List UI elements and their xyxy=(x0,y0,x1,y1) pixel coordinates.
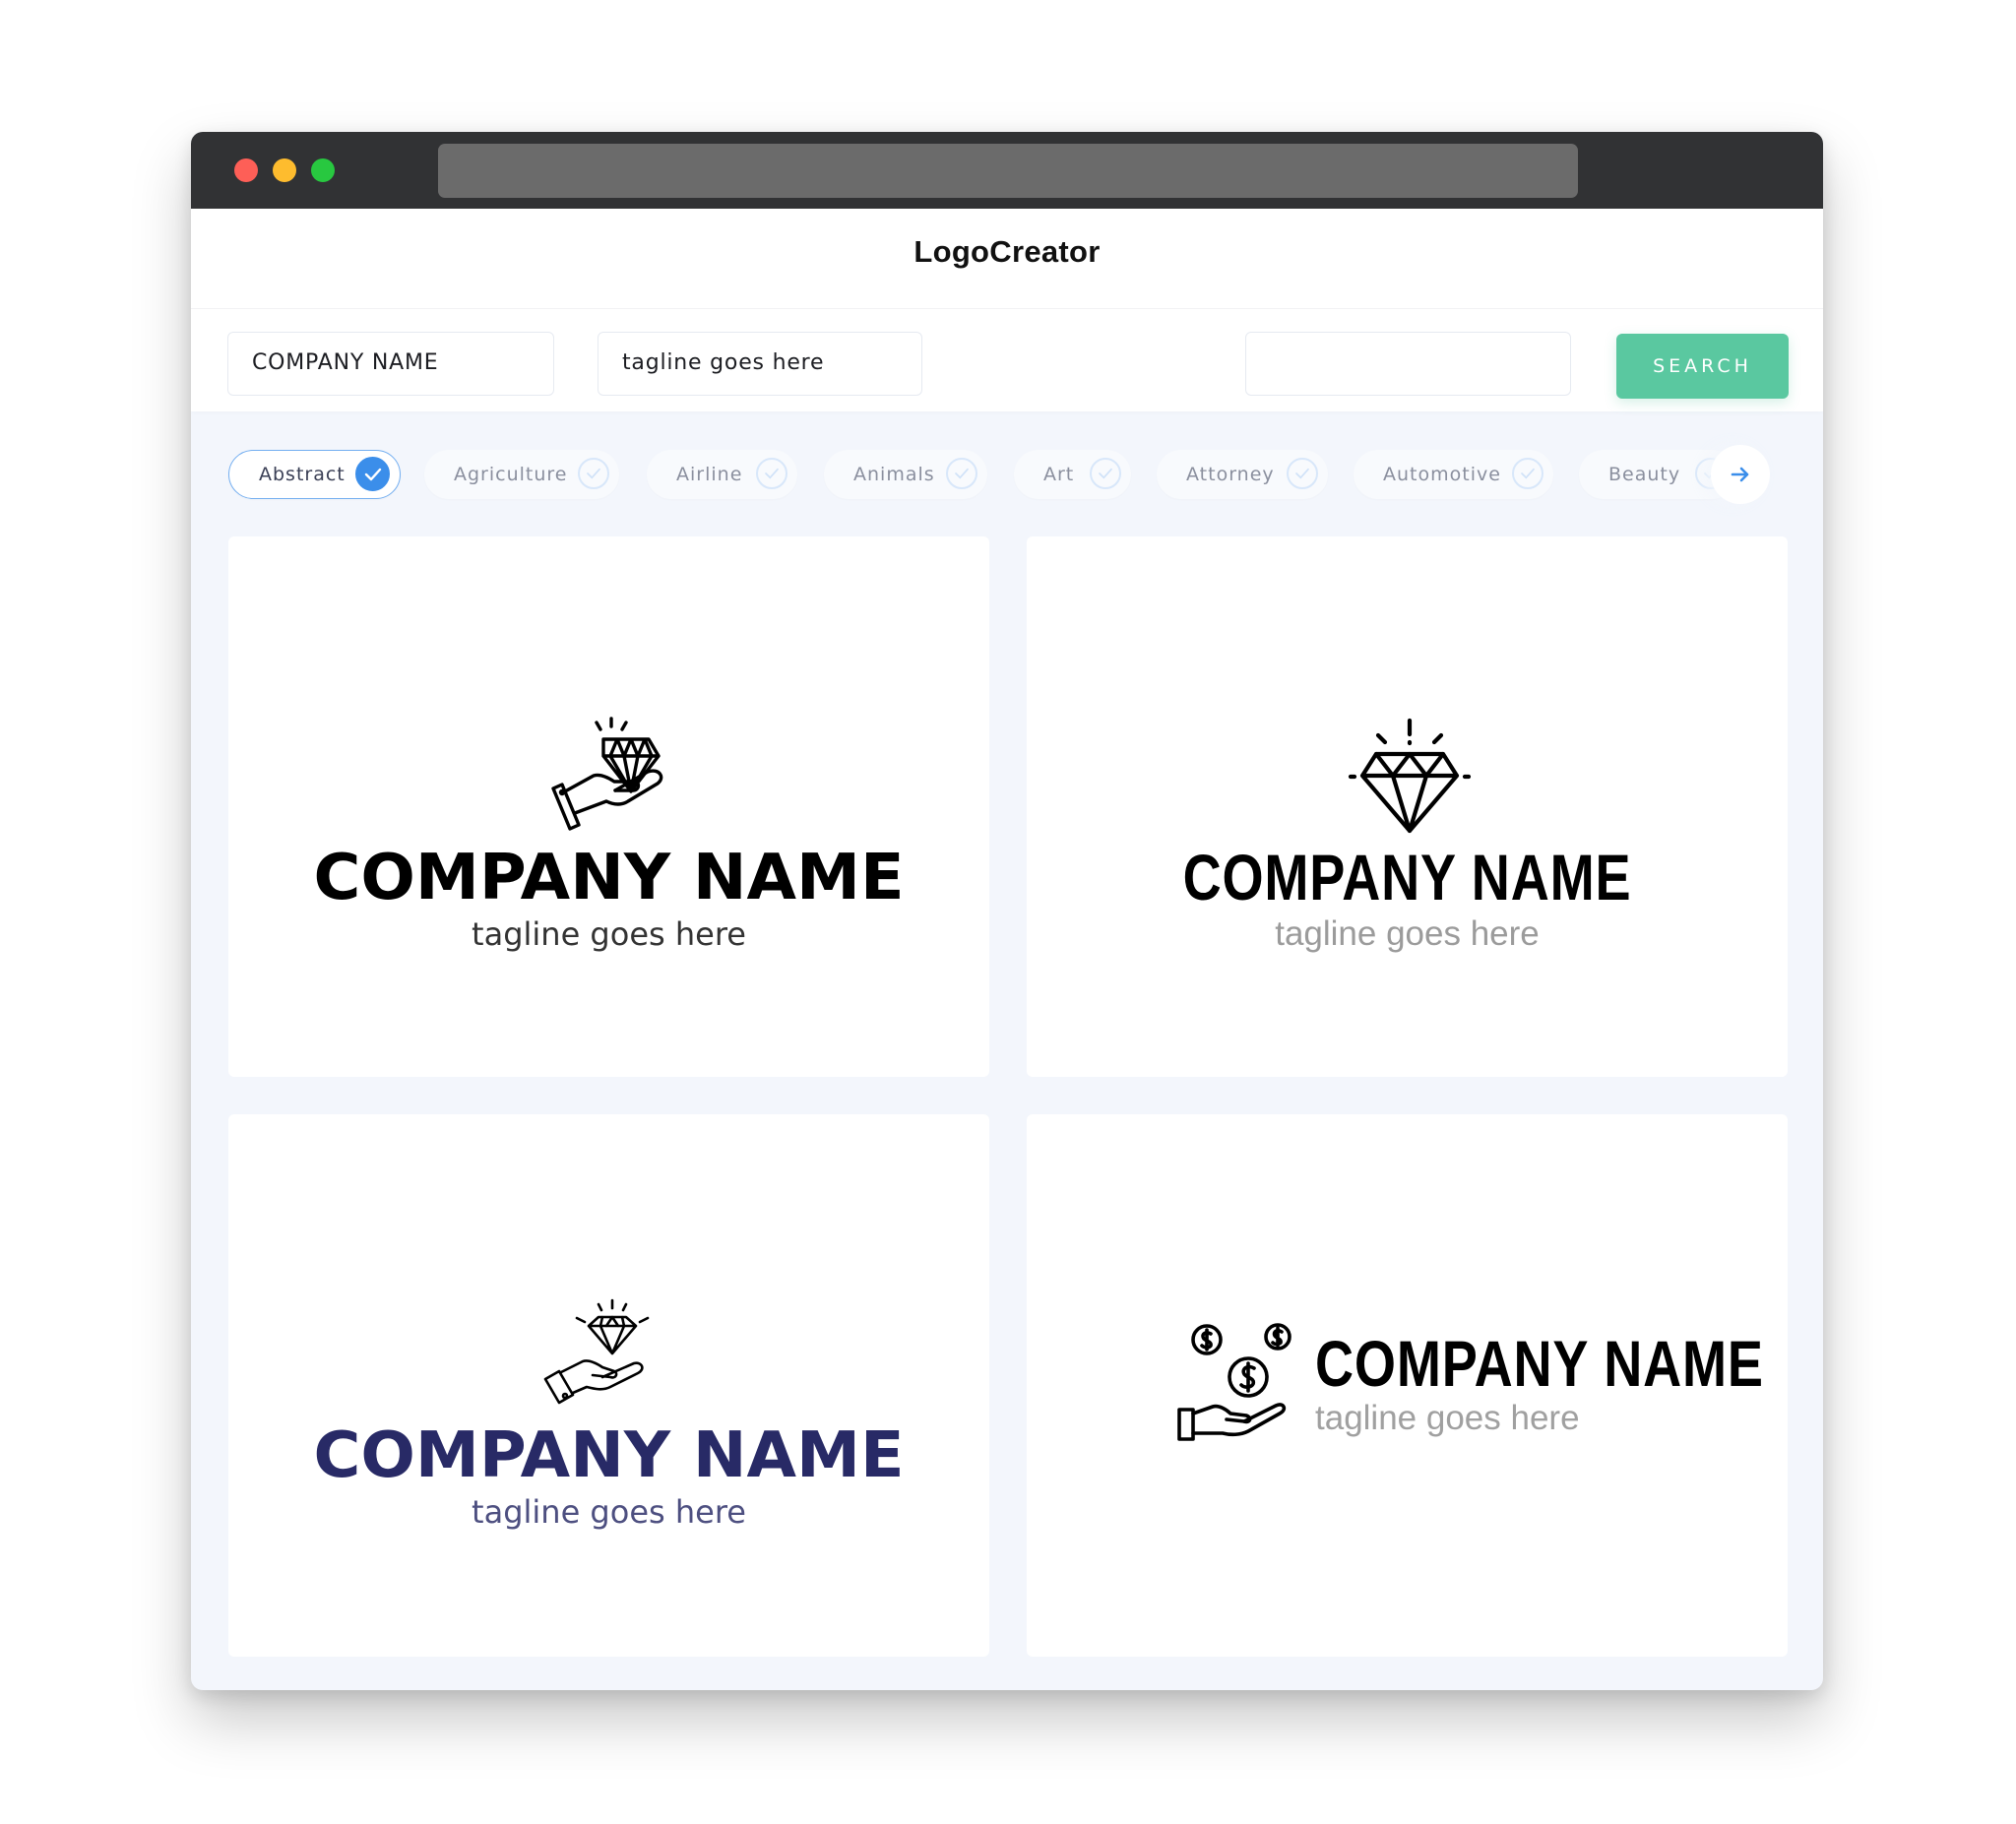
category-chip-attorney[interactable]: Attorney xyxy=(1157,450,1328,499)
chip-label: Abstract xyxy=(259,464,346,485)
category-chip-abstract[interactable]: Abstract xyxy=(228,450,401,499)
hand-diamond-icon xyxy=(551,717,663,831)
check-icon xyxy=(756,458,788,489)
chip-label: Art xyxy=(1043,464,1075,485)
chip-label: Beauty xyxy=(1608,464,1681,485)
category-filter-bar: Abstract Agriculture Airline Animals Art… xyxy=(191,410,1823,536)
category-chip-automotive[interactable]: Automotive xyxy=(1354,450,1553,499)
category-chip-animals[interactable]: Animals xyxy=(824,450,987,499)
maximize-window-button[interactable] xyxy=(311,158,335,182)
hand-coins-icon xyxy=(1177,1323,1292,1441)
check-icon xyxy=(355,457,390,491)
logo-company-name: COMPANY NAME xyxy=(313,842,905,914)
hand-diamond-icon xyxy=(543,1298,650,1405)
chip-label: Airline xyxy=(676,464,743,485)
logo-company-name: COMPANY NAME xyxy=(1315,1327,1764,1400)
logo-card[interactable]: COMPANY NAME tagline goes here xyxy=(228,1114,989,1657)
chip-label: Attorney xyxy=(1186,464,1275,485)
next-categories-button[interactable] xyxy=(1711,445,1770,504)
chip-label: Automotive xyxy=(1383,464,1501,485)
logo-tagline: tagline goes here xyxy=(472,1493,746,1531)
tagline-input[interactable]: tagline goes here xyxy=(598,332,922,396)
logo-card[interactable]: COMPANY NAME tagline goes here xyxy=(228,536,989,1077)
category-chip-airline[interactable]: Airline xyxy=(647,450,797,499)
check-icon xyxy=(578,458,609,489)
logo-card[interactable]: COMPANY NAME tagline goes here xyxy=(1027,1114,1788,1657)
check-icon xyxy=(1512,458,1544,489)
check-icon xyxy=(1287,458,1318,489)
company-name-input[interactable]: COMPANY NAME xyxy=(227,332,554,396)
logo-company-name: COMPANY NAME xyxy=(313,1419,905,1492)
title-bar xyxy=(191,132,1823,209)
chip-label: Agriculture xyxy=(454,464,568,485)
logo-company-name: COMPANY NAME xyxy=(1182,841,1632,913)
app-title: LogoCreator xyxy=(914,234,1101,269)
logo-tagline: tagline goes here xyxy=(1315,1399,1580,1437)
logo-tagline: tagline goes here xyxy=(472,915,746,953)
app-header: LogoCreator xyxy=(191,209,1823,308)
search-row: COMPANY NAME tagline goes here SEARCH xyxy=(191,308,1823,411)
minimize-window-button[interactable] xyxy=(273,158,296,182)
close-window-button[interactable] xyxy=(234,158,258,182)
keyword-input[interactable] xyxy=(1245,332,1571,396)
address-bar[interactable] xyxy=(438,144,1578,198)
diamond-icon xyxy=(1348,718,1472,834)
category-chip-art[interactable]: Art xyxy=(1014,450,1131,499)
logo-tagline: tagline goes here xyxy=(1275,914,1540,953)
category-chip-agriculture[interactable]: Agriculture xyxy=(424,450,619,499)
search-button[interactable]: SEARCH xyxy=(1616,334,1789,399)
check-icon xyxy=(946,458,977,489)
check-icon xyxy=(1090,458,1121,489)
logo-card[interactable]: COMPANY NAME tagline goes here xyxy=(1027,536,1788,1077)
chip-label: Animals xyxy=(853,464,935,485)
browser-window: LogoCreator COMPANY NAME tagline goes he… xyxy=(191,132,1823,1690)
arrow-right-icon xyxy=(1731,467,1749,482)
